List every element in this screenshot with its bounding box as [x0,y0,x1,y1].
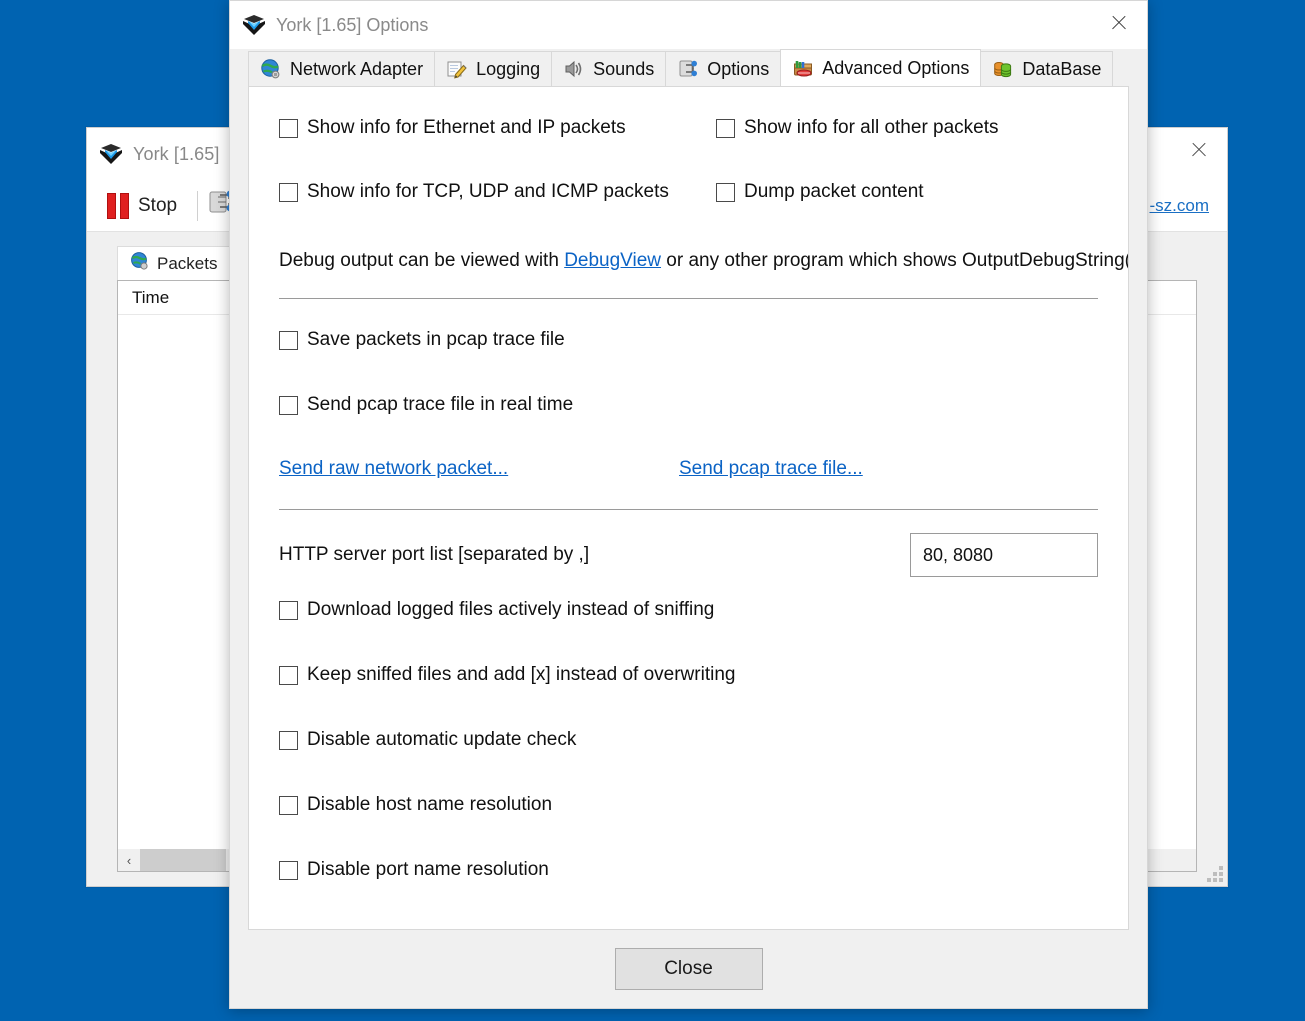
checkbox-label: Disable port name resolution [307,859,549,880]
section-divider-2 [279,509,1098,510]
tab-options-label: Options [707,58,770,79]
checkbox-show-info-tcp-udp-icmp[interactable]: Show info for TCP, UDP and ICMP packets [279,181,716,203]
tab-network-adapter-label: Network Adapter [290,58,424,79]
checkbox-show-info-ethernet-ip[interactable]: Show info for Ethernet and IP packets [279,117,716,139]
main-window-close-button[interactable] [1171,128,1227,172]
checkbox-download-logged-files[interactable]: Download logged files actively instead o… [279,599,1098,621]
tab-advanced-options[interactable]: Advanced Options [780,49,982,86]
debug-note-suffix: or any other program which shows OutputD… [661,250,1129,271]
dialog-titlebar: York [1.65] Options [230,1,1147,49]
tab-network-adapter[interactable]: Network Adapter [248,51,436,86]
stop-button-label: Stop [138,194,178,216]
checkbox-label: Show info for Ethernet and IP packets [307,117,626,138]
checkbox-label: Send pcap trace file in real time [307,394,574,415]
checkbox-disable-host-name-resolution[interactable]: Disable host name resolution [279,794,1098,816]
checkbox-keep-sniffed-files[interactable]: Keep sniffed files and add [x] instead o… [279,664,1098,686]
send-pcap-trace-file-link[interactable]: Send pcap trace file... [679,458,1098,480]
section-divider-1 [279,298,1098,299]
tab-logging-label: Logging [476,58,541,79]
tab-database[interactable]: DataBase [980,51,1114,86]
dialog-footer: Close [230,930,1147,1008]
york-crest-icon [99,143,123,165]
checkbox-label: Show info for TCP, UDP and ICMP packets [307,181,669,202]
close-icon [1190,141,1208,159]
checkbox-disable-port-name-resolution[interactable]: Disable port name resolution [279,859,1098,881]
options-dialog: York [1.65] Options Network Adapter Logg… [229,0,1148,1009]
close-button[interactable]: Close [614,948,763,990]
york-crest-icon [242,14,266,36]
database-icon [992,58,1014,80]
checkbox-label: Dump packet content [744,181,924,202]
checkbox-send-pcap-realtime[interactable]: Send pcap trace file in real time [279,394,1098,416]
debug-note-prefix: Debug output can be viewed with [279,250,565,271]
checkbox-box[interactable] [279,330,298,350]
checkbox-box[interactable] [279,600,298,620]
dialog-tabstrip: Network Adapter Logging Sounds Options A… [230,49,1147,86]
dialog-title: York [1.65] Options [276,14,429,35]
advanced-options-panel: Show info for Ethernet and IP packets Sh… [248,86,1129,930]
checkbox-show-info-all-other[interactable]: Show info for all other packets [716,117,1098,139]
checkbox-box[interactable] [279,665,298,685]
checkbox-save-packets-pcap[interactable]: Save packets in pcap trace file [279,329,1098,351]
checkbox-label: Disable host name resolution [307,794,553,815]
website-link[interactable]: -sz.com [1150,196,1210,216]
toolbar-divider [197,190,199,221]
main-window-title: York [1.65] [133,143,220,164]
send-raw-network-packet-link[interactable]: Send raw network packet... [279,458,679,480]
close-icon [1110,14,1128,32]
switch-icon [677,58,699,80]
stop-button[interactable]: Stop [101,189,189,223]
checkbox-box[interactable] [279,730,298,750]
dialog-close-button[interactable] [1091,1,1147,45]
checkbox-dump-packet-content[interactable]: Dump packet content [716,181,1098,203]
checkbox-label: Download logged files actively instead o… [307,599,715,620]
checkbox-label: Show info for all other packets [744,117,999,138]
scroll-left-arrow-icon[interactable]: ‹ [118,853,140,868]
pause-icon [107,192,129,219]
debugview-link[interactable]: DebugView [564,250,661,271]
toolbox-icon [792,57,814,79]
checkbox-box[interactable] [279,118,298,138]
speaker-icon [563,58,585,80]
tab-advanced-options-label: Advanced Options [822,57,970,78]
resize-grip[interactable] [1207,866,1223,882]
checkbox-box[interactable] [716,182,735,202]
http-port-list-label: HTTP server port list [separated by ,] [279,544,590,565]
tab-database-label: DataBase [1022,58,1102,79]
scrollbar-thumb[interactable] [140,849,226,871]
checkbox-box[interactable] [279,395,298,415]
tab-packets[interactable]: Packets [117,246,231,280]
globe-icon [260,58,282,80]
globe-icon [130,251,150,276]
debug-output-note: Debug output can be viewed with DebugVie… [279,250,1128,272]
tab-sounds-label: Sounds [593,58,655,79]
http-port-list-input[interactable]: 80, 8080 [910,533,1098,577]
checkbox-box[interactable] [716,118,735,138]
tab-options[interactable]: Options [665,51,782,86]
checkbox-box[interactable] [279,182,298,202]
checkbox-box[interactable] [279,795,298,815]
checkbox-disable-update-check[interactable]: Disable automatic update check [279,729,1098,751]
tab-packets-label: Packets [157,253,218,273]
tab-logging[interactable]: Logging [434,51,553,86]
checkbox-label: Disable automatic update check [307,729,577,750]
checkbox-label: Keep sniffed files and add [x] instead o… [307,664,736,685]
checkbox-box[interactable] [279,860,298,880]
checkbox-label: Save packets in pcap trace file [307,329,565,350]
tab-sounds[interactable]: Sounds [551,51,667,86]
notepad-pencil-icon [446,58,468,80]
